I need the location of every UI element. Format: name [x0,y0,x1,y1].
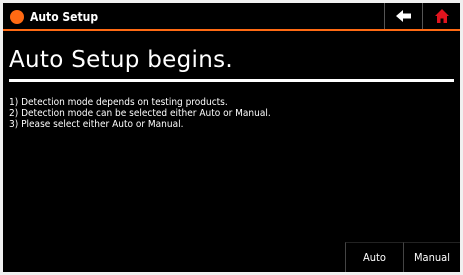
window-title: Auto Setup [30,10,99,24]
home-icon [435,9,449,23]
auto-button[interactable]: Auto [345,242,403,272]
instruction-line: 2) Detection mode can be selected either… [9,108,271,119]
instruction-line: 3) Please select either Auto or Manual. [9,119,184,130]
back-arrow-icon [396,10,411,22]
instruction-line: 1) Detection mode depends on testing pro… [9,97,228,108]
home-button[interactable] [422,3,460,29]
screen: Auto Setup Auto Setup begins. 1) Detecti… [3,3,460,272]
manual-button[interactable]: Manual [403,242,460,272]
title-bar: Auto Setup [3,3,460,31]
heading-divider [9,79,454,82]
page-heading: Auto Setup begins. [9,47,233,73]
back-button[interactable] [384,3,423,29]
action-bar: Auto Manual [345,242,460,272]
instructions: 1) Detection mode depends on testing pro… [9,97,271,130]
status-dot-icon [10,10,24,24]
